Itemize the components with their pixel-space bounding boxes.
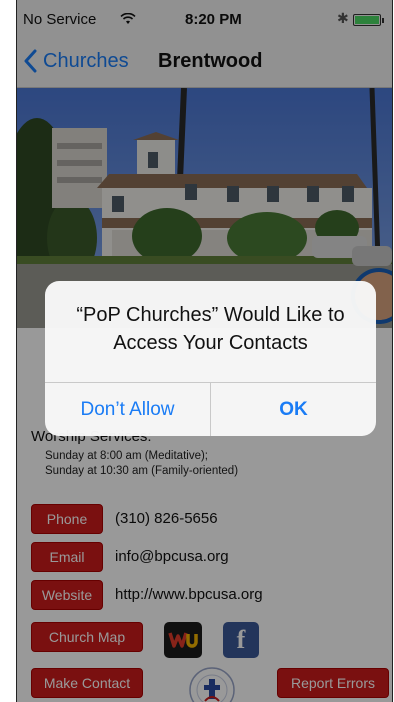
dont-allow-button[interactable]: Don’t Allow (45, 383, 210, 436)
phone-screen: No Service 8:20 PM ✱ Churches Brentwood (16, 0, 393, 702)
contacts-permission-alert: “PoP Churches” Would Like to Access Your… (45, 281, 376, 436)
ok-button[interactable]: OK (211, 383, 376, 436)
alert-title: “PoP Churches” Would Like to Access Your… (76, 304, 345, 354)
